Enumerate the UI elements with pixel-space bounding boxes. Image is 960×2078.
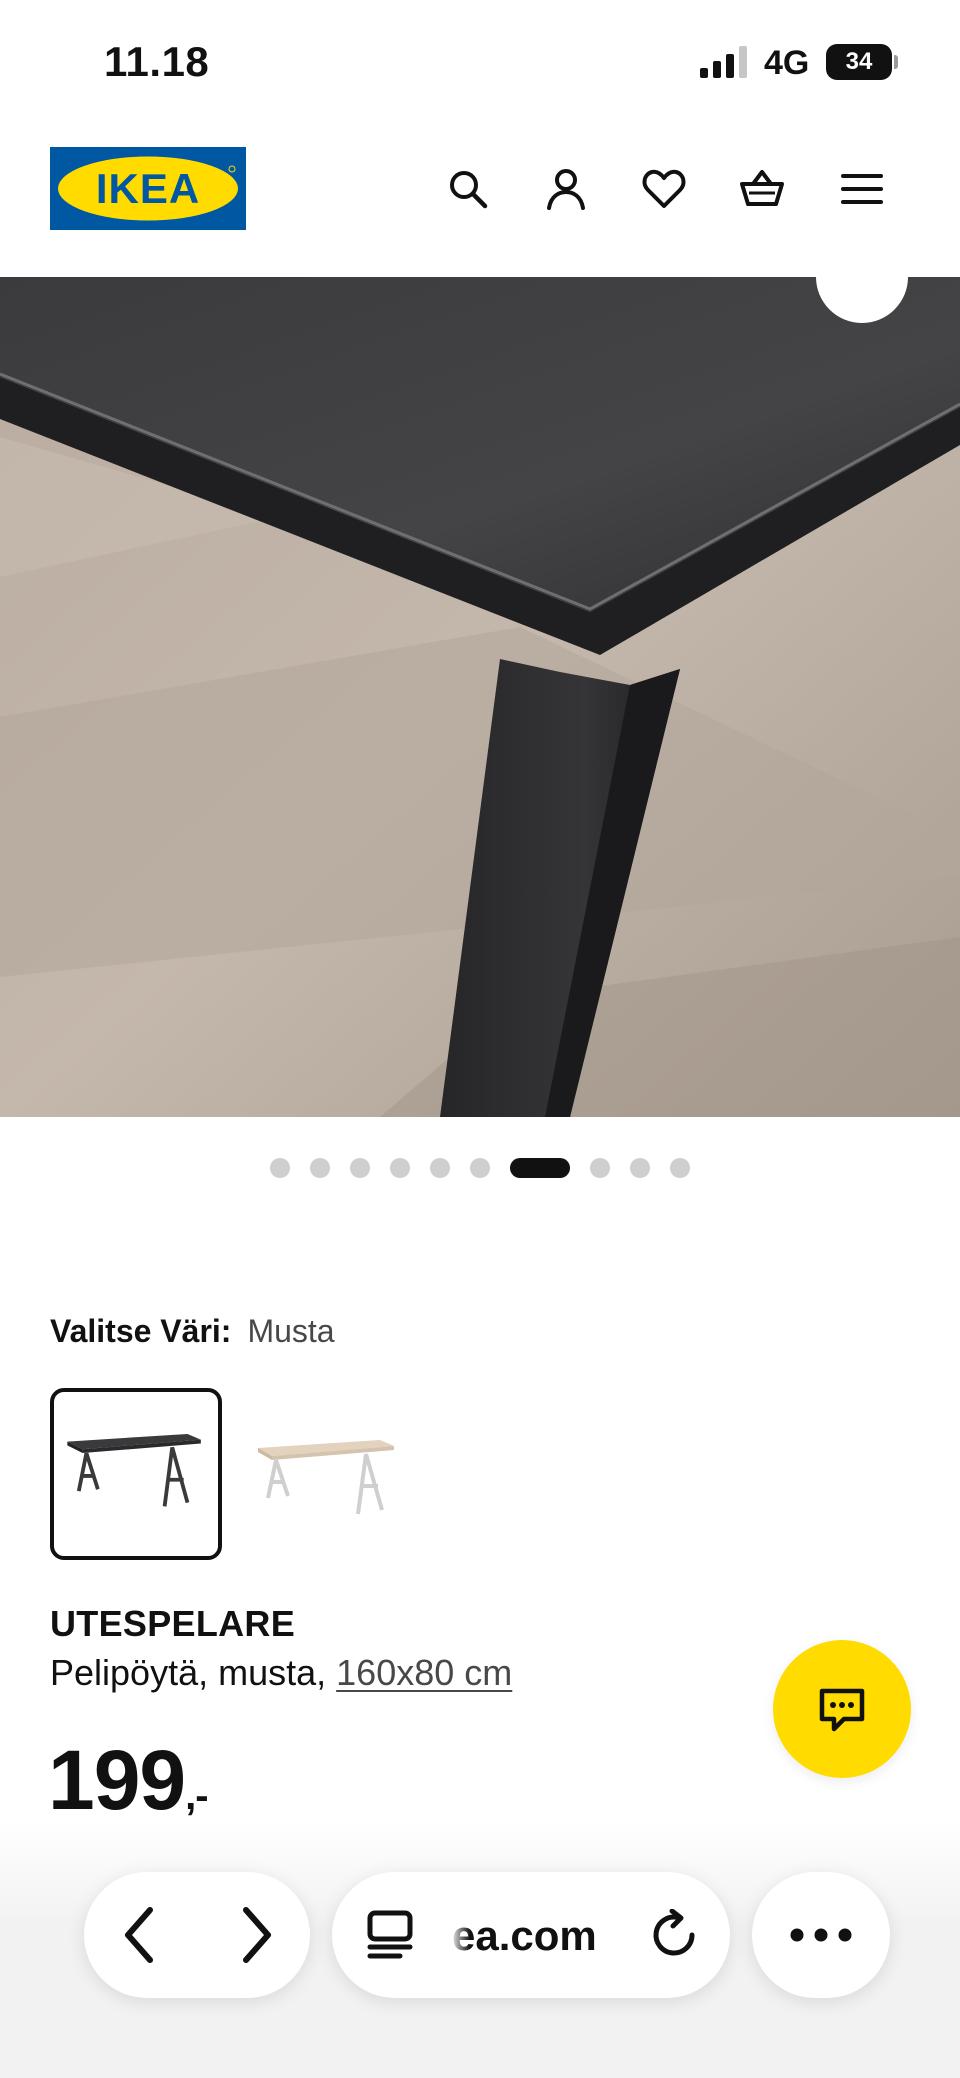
carousel-dot[interactable] (310, 1158, 330, 1178)
color-picker-label: Valitse Väri: (50, 1313, 232, 1349)
reload-icon[interactable] (644, 1905, 704, 1965)
carousel-dot[interactable] (590, 1158, 610, 1178)
basket-icon[interactable] (734, 161, 790, 217)
color-swatch-black[interactable] (50, 1388, 222, 1560)
menu-icon[interactable] (834, 161, 890, 217)
chat-icon (819, 1688, 865, 1732)
carousel-dot[interactable] (630, 1158, 650, 1178)
carousel-dot[interactable] (670, 1158, 690, 1178)
search-icon[interactable] (440, 161, 496, 217)
battery-level: 34 (845, 48, 873, 75)
forward-arrow-icon[interactable] (226, 1905, 286, 1965)
carousel-dot[interactable] (390, 1158, 410, 1178)
signal-icon (700, 46, 747, 78)
carousel-dot[interactable] (350, 1158, 370, 1178)
browser-nav-group (84, 1872, 310, 1998)
product-description-text: Pelipöytä, musta, (50, 1652, 327, 1693)
heart-icon[interactable] (636, 161, 692, 217)
carousel-dot-active[interactable] (510, 1158, 570, 1178)
status-bar: 11.18 4G 34 (0, 0, 960, 125)
product-description: Pelipöytä, musta, 160x80 cm (50, 1650, 512, 1696)
product-size-link[interactable]: 160x80 cm (336, 1652, 512, 1693)
carousel-dots (0, 1156, 960, 1180)
chat-button[interactable] (773, 1640, 911, 1778)
url-text[interactable]: ea.com (452, 1912, 597, 1960)
carousel-dot[interactable] (470, 1158, 490, 1178)
profile-icon[interactable] (538, 161, 594, 217)
network-label: 4G (764, 44, 810, 82)
white-table-thumbnail (258, 1440, 394, 1515)
price-suffix: ,- (185, 1774, 208, 1818)
reader-mode-icon[interactable] (362, 1907, 418, 1963)
color-picker-row: Valitse Väri: Musta (50, 1310, 335, 1352)
site-header: IKEA (0, 125, 960, 277)
url-fade (450, 1908, 470, 1964)
address-bar[interactable]: ea.com (332, 1872, 730, 1998)
price-value: 199 (48, 1733, 186, 1827)
battery-cap (894, 55, 898, 69)
ikea-logo[interactable]: IKEA (50, 147, 246, 230)
logo-text: IKEA (96, 165, 200, 212)
carousel-dot[interactable] (270, 1158, 290, 1178)
browser-toolbar: ea.com (0, 1820, 960, 2078)
status-time: 11.18 (104, 38, 210, 85)
black-table-thumbnail (67, 1433, 201, 1507)
product-image[interactable] (0, 277, 960, 1117)
color-swatch-white-wood[interactable] (250, 1388, 422, 1560)
back-arrow-icon[interactable] (110, 1905, 170, 1965)
product-name: UTESPELARE (50, 1603, 296, 1644)
selected-color-value: Musta (247, 1313, 335, 1349)
more-dots-icon (786, 1920, 856, 1950)
carousel-dot[interactable] (430, 1158, 450, 1178)
more-options-button[interactable] (752, 1872, 890, 1998)
product-photo-table-corner (0, 277, 960, 1117)
battery-icon: 34 (826, 44, 892, 80)
